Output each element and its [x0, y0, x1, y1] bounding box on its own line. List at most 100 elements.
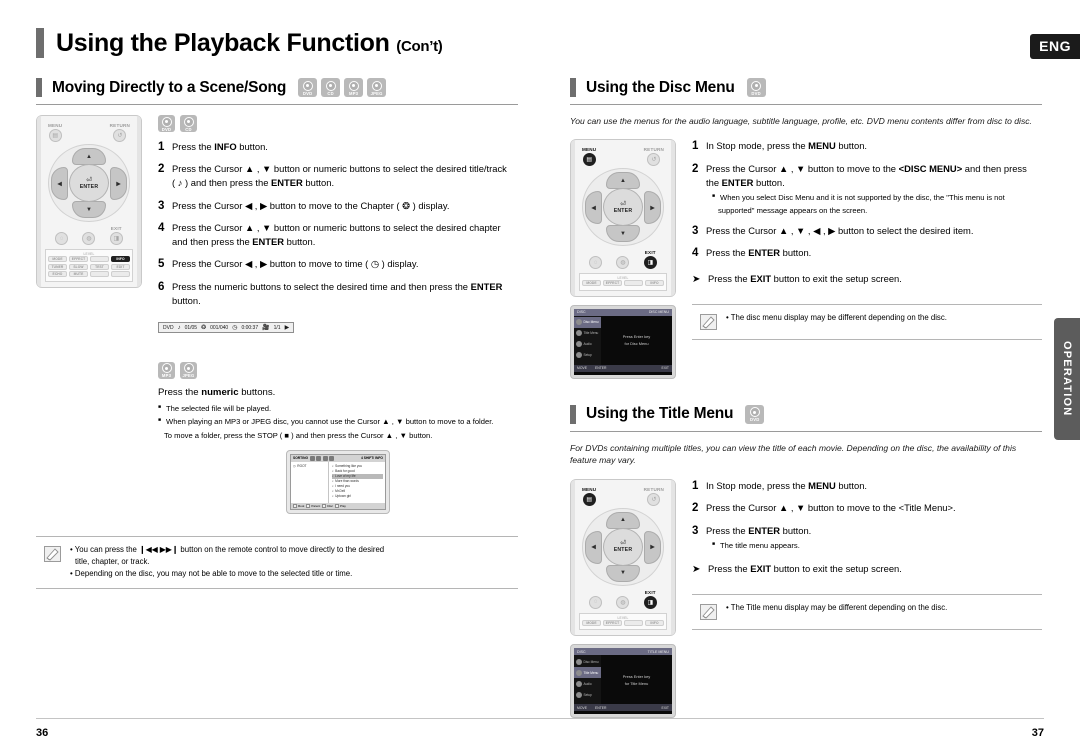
mp3-note-item: ■ When playing an MP3 or JPEG disc, you c… [158, 416, 518, 427]
mp3-track-pane: ♪ Something like you ♪ Back for good ♪ Love… [329, 462, 385, 503]
dpad-graphic: ▲ ▼ ◀ ▶ ⏎ ENTER [582, 507, 664, 586]
mp3-disc-icon: MP3 [344, 78, 364, 97]
step-number: 4 [158, 221, 165, 234]
remote-menu-label: MENU [582, 486, 597, 492]
tv-hint-enter: ENTER [595, 705, 607, 710]
key-mute: MUTE [69, 271, 88, 277]
mp3-sorting-label: SORTING [293, 456, 309, 461]
step-item: 4 Press the Cursor ▲ , ▼ button or numeri… [158, 221, 518, 249]
note-line: • Depending on the disc, you may not be … [70, 569, 353, 579]
page-title-text: Using the Playback Function [56, 28, 390, 57]
step-number: 2 [158, 163, 165, 176]
tv-item-label: Disc Menu [583, 659, 599, 664]
remote-return-label: RETURN [643, 147, 664, 153]
folder-icon: ◷ [293, 463, 296, 468]
key-blank: . [90, 256, 109, 262]
remote-control-graphic: MENU ▤ RETURN ↺ ▲ ▼ ◀ ▶ ⏎ ENTER ◌ ◍ EXIT… [36, 115, 142, 288]
tv-menu-sidebar: Disc Menu Title Menu Audio Setup [574, 315, 601, 365]
up-arrow-glyph: ▲ [86, 153, 92, 160]
key-hint-label: Parent [311, 503, 321, 508]
key-hint-label: Play [340, 503, 346, 508]
key-info: INFO [111, 256, 130, 262]
note-box-title-menu: • The Title menu display may be differen… [692, 594, 1042, 631]
title-icon: ♪ [177, 324, 181, 331]
step-text: Press the ENTER button. [706, 247, 812, 259]
disc-badge-group: DVD CD MP3 JPEG [298, 78, 387, 97]
note-icon: ♪ [332, 493, 334, 498]
step-item: 2 Press the Cursor ▲ , ▼ button to move t… [692, 501, 1042, 515]
tv-menu-item: Setup [574, 689, 601, 700]
language-tab: ENG [1030, 34, 1080, 59]
step-item: 3 Press the Cursor ◀ , ▶ button to move t… [158, 199, 518, 213]
note-box-moving: • You can press the ❙◀◀ ▶▶❙ button on th… [36, 535, 518, 590]
tv-footer: MOVE ENTER EXIT [574, 364, 672, 372]
tv-titlebar: DISC DISC MENU [574, 308, 672, 316]
mp3-file-list-screenshot: SORTING 4 SHIFT/ INFO ◷ ROOT ♪ Something… [286, 449, 390, 514]
sort-icon-1 [309, 455, 315, 461]
step-text: In Stop mode, press the MENU button. [706, 140, 868, 152]
tv-item-label: Setup [583, 692, 592, 697]
audio-icon [576, 680, 582, 687]
down-arrow-glyph: ▼ [620, 230, 626, 237]
menu-button-icon: ▤ [582, 492, 596, 506]
disc-label: MP3 [161, 373, 172, 379]
section-tab-operation: OPERATION [1054, 318, 1080, 440]
pencil-glyph [44, 545, 61, 562]
disc-menu-content-row: MENU ▤ RETURN ↺ ▲ ▼ ◀ ▶ ⏎ ENTER ◌ ◍ EXIT… [570, 139, 1042, 379]
osd-disc-type: DVD [163, 324, 174, 331]
note-text: supported" message appears on the screen… [718, 206, 868, 216]
remote-exit-label: EXIT [644, 589, 656, 595]
step-text: Press the Cursor ▲ , ▼ button or numeric… [172, 163, 507, 189]
step-text: Press the Cursor ▲ , ▼ button or numeric… [172, 221, 501, 248]
osd-time-value: 0:00:37 [241, 324, 259, 331]
intro-text-disc-menu: You can use the menus for the audio lang… [570, 116, 1032, 126]
remote-control-graphic: MENU ▤ RETURN ↺ ▲ ▼ ◀ ▶ ⏎ ENTER ◌ ◍ EXIT… [570, 478, 676, 637]
cursor-left-icon: ◀ [585, 530, 602, 564]
note-text: When you select Disc Menu and it is not … [720, 193, 1005, 203]
section-accent-bar [36, 78, 42, 97]
folder-item: ◷ ROOT [293, 464, 326, 469]
osd-chapter-value: 001/040 [210, 324, 229, 331]
step-item: 4 Press the ENTER button. [692, 246, 1042, 260]
tv-item-label: Title Menu [583, 670, 599, 675]
left-arrow-glyph: ◀ [591, 205, 596, 212]
step-number: 2 [692, 502, 699, 515]
clock-icon: ◷ [232, 325, 238, 332]
tv-item-label: Disc Menu [583, 320, 599, 325]
step-text: Press the ENTER button. [706, 524, 812, 536]
disc-label: JPEG [370, 90, 383, 96]
audio-icon: 🎥 [262, 325, 270, 332]
note-text: The title menu appears. [720, 540, 800, 550]
tv-main-panel: Press Enter key for Title Menu [601, 655, 672, 704]
moving-content-row: MENU ▤ RETURN ↺ ▲ ▼ ◀ ▶ ⏎ ENTER ◌ ◍ EXIT… [36, 115, 518, 334]
title-menu-icon [576, 669, 582, 676]
tv-top-left: DISC [577, 310, 586, 315]
exit-button-icon: ◨ [643, 256, 657, 270]
tv-titlebar: DISC TITLE MENU [574, 648, 672, 656]
jpeg-disc-icon: JPEG [180, 361, 197, 379]
tv-item-label: Audio [583, 681, 592, 686]
pencil-icon [692, 602, 726, 621]
right-column: Using the Disc Menu DVD You can use the … [570, 78, 1042, 719]
tv-top-left: DISC [577, 649, 586, 654]
step-item: 6 Press the numeric buttons to select the… [158, 280, 518, 308]
enter-button-icon: ⏎ ENTER [603, 527, 643, 566]
tv-item-label: Setup [583, 353, 592, 358]
mp3-disc-icon: MP3 [158, 361, 175, 379]
osd-title-value: 01/05 [184, 324, 198, 331]
moving-steps-column: DVD CD 1 Press the INFO button. 2 Press th… [148, 115, 518, 334]
step-text: Press the Cursor ◀ , ▶ button to move to… [172, 258, 419, 270]
key-hint-icon [322, 503, 327, 508]
cursor-down-icon: ▼ [606, 564, 640, 582]
remote-exit-label: EXIT [110, 226, 122, 231]
note-line: title, chapter, or track. [75, 557, 150, 567]
key-mode: MODE [582, 619, 601, 626]
remote-return-label: RETURN [109, 123, 130, 128]
key-hint-icon [293, 503, 297, 508]
cursor-up-icon: ▲ [606, 172, 640, 190]
step-number: 3 [158, 199, 165, 212]
page-title-suffix: (Con’t) [396, 37, 443, 55]
key-blank2: . [90, 271, 109, 277]
key-hint-icon [306, 503, 311, 508]
key-slow: SLOW [69, 263, 88, 270]
